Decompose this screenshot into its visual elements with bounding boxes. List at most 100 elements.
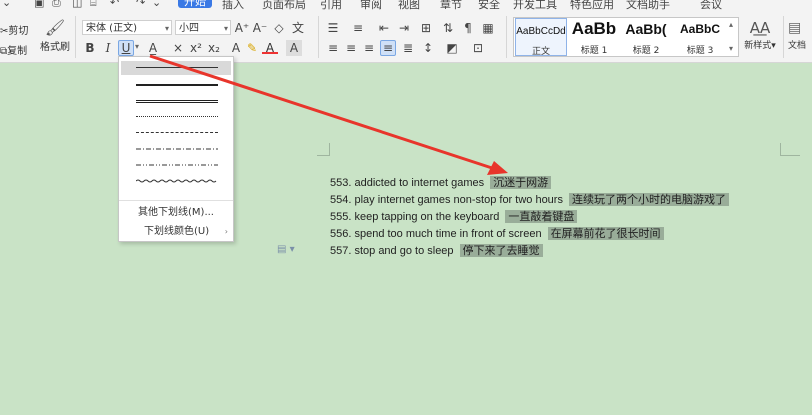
document-icon: ▤ [788, 20, 802, 36]
tab-security[interactable]: 安全 [478, 0, 500, 10]
underline-option-dotted[interactable] [121, 110, 231, 124]
format-painter-button[interactable]: 🖌 格式刷 [40, 18, 70, 53]
sort-icon[interactable]: ⇅ [440, 20, 456, 36]
divider [783, 16, 784, 58]
chinese-layout-icon[interactable]: ⊞ [418, 20, 434, 36]
doc-line[interactable]: 553. addicted to internet games 沉迷于网游 [330, 175, 552, 190]
chevron-down-icon: ▾ [771, 41, 776, 51]
document-tools-button[interactable]: ▤ 文档 [788, 18, 812, 51]
justify-icon[interactable]: ≡ [380, 40, 396, 56]
divider [75, 16, 76, 58]
gallery-up-icon[interactable]: ▴ [729, 20, 733, 29]
underline-icon[interactable]: U [118, 40, 134, 56]
shrink-font-icon[interactable]: A⁻ [252, 20, 268, 36]
underline-sample-thick [136, 84, 218, 86]
doc-line[interactable]: 554. play internet games non-stop for tw… [330, 192, 729, 207]
underline-menu: 其他下划线(M)... 下划线颜色(U) › [118, 56, 234, 242]
preview-icon[interactable]: ◫ [72, 0, 82, 9]
underline-option-thick[interactable] [121, 78, 231, 92]
show-marks-icon[interactable]: ¶ [460, 20, 476, 36]
font-style-icon[interactable]: A̲ [145, 40, 161, 56]
superscript-icon[interactable]: x² [188, 40, 204, 56]
style-normal[interactable]: AaBbCcDd 正文 [515, 18, 567, 57]
page-corner-mark [780, 155, 800, 156]
ribbon: ⌄ ▣ ⎙ ◫ ⌸ ↶ ↷ ⌄ 开始 插入 页面布局 引用 审阅 视图 章节 安… [0, 0, 812, 63]
line-spacing-icon[interactable]: ↕ [420, 40, 436, 56]
style-heading-2[interactable]: AaBb( 标题 2 [620, 18, 672, 56]
gallery-more-icon[interactable]: ▾ [729, 44, 733, 53]
phonetic-icon[interactable]: 文 [290, 20, 306, 36]
save-icon[interactable]: ▣ [34, 0, 44, 9]
border-icon[interactable]: ⊡ [470, 40, 486, 56]
underline-option-dash-dot[interactable] [121, 142, 231, 156]
underline-option-dashed[interactable] [121, 126, 231, 140]
underline-sample-dashed [136, 132, 218, 133]
tab-review[interactable]: 审阅 [360, 0, 382, 10]
other-underline-item[interactable]: 其他下划线(M)... [119, 204, 233, 221]
tab-page-layout[interactable]: 页面布局 [262, 0, 306, 10]
underline-option-double[interactable] [121, 94, 231, 108]
print-preview-icon[interactable]: ⌸ [90, 0, 97, 10]
char-shading-icon[interactable]: A [286, 40, 302, 56]
tab-references[interactable]: 引用 [320, 0, 342, 10]
paragraph-handle-icon[interactable]: ▤ ▾ [277, 244, 295, 255]
text-effect-icon[interactable]: A [228, 40, 244, 56]
underline-option-dash-dot-dot[interactable] [121, 158, 231, 172]
style-heading-3[interactable]: AaBbC 标题 3 [673, 18, 727, 56]
redo-icon[interactable]: ↷ [136, 0, 145, 9]
tab-chapter[interactable]: 章节 [440, 0, 462, 10]
font-name-combo[interactable]: 宋体 (正文) ▾ [82, 20, 172, 35]
font-color-icon[interactable]: A [262, 40, 278, 55]
grow-font-icon[interactable]: A⁺ [234, 20, 250, 36]
increase-indent-icon[interactable]: ⇥ [396, 20, 412, 36]
tab-view[interactable]: 视图 [398, 0, 420, 10]
clear-format-icon[interactable]: ◇ [271, 20, 287, 36]
cut-button[interactable]: ✂剪切 [0, 22, 28, 37]
underline-sample-double [136, 100, 218, 103]
align-center-icon[interactable]: ≡ [343, 40, 359, 56]
print-icon[interactable]: ⎙ [52, 0, 61, 10]
underline-sample-dash-dot-dot [136, 164, 218, 166]
brush-icon: 🖌 [44, 18, 66, 37]
bold-icon[interactable]: B [82, 40, 98, 56]
new-style-button[interactable]: A͟A 新样式▾ [743, 18, 777, 51]
style-gallery: AaBbCcDd 正文 AaBb 标题 1 AaBb( 标题 2 AaBbC 标… [513, 17, 739, 57]
ribbon-tabs: ⌄ ▣ ⎙ ◫ ⌸ ↶ ↷ ⌄ 开始 插入 页面布局 引用 审阅 视图 章节 安… [0, 0, 812, 10]
tab-insert[interactable]: 插入 [222, 0, 244, 10]
underline-option-single[interactable] [121, 61, 231, 75]
style-heading-1[interactable]: AaBb 标题 1 [569, 18, 619, 56]
shading-icon[interactable]: ◩ [444, 40, 460, 56]
tab-developer[interactable]: 开发工具 [513, 0, 557, 10]
table-icon[interactable]: ▦ [480, 20, 496, 36]
underline-color-item[interactable]: 下划线颜色(U) › [119, 223, 233, 240]
align-left-icon[interactable]: ≡ [325, 40, 341, 56]
font-size-combo[interactable]: 小四 ▾ [175, 20, 231, 35]
chevron-right-icon: › [224, 227, 228, 236]
underline-sample-wavy [136, 179, 217, 183]
tab-doc-assistant[interactable]: 文档助手 [626, 0, 670, 10]
doc-line[interactable]: 555. keep tapping on the keyboard 一直敲着键盘 [330, 209, 578, 224]
italic-icon[interactable]: I [100, 40, 116, 56]
doc-line[interactable]: 557. stop and go to sleep 停下来了去睡觉 [330, 243, 543, 258]
underline-option-wavy[interactable] [121, 174, 231, 188]
chevron-down-icon: ▾ [164, 24, 169, 33]
tab-special[interactable]: 特色应用 [570, 0, 614, 10]
bullet-list-icon[interactable]: ☰ [325, 20, 341, 36]
tab-meeting[interactable]: 会议 [700, 0, 722, 10]
strikethrough-icon[interactable]: × [170, 40, 186, 56]
copy-button[interactable]: ⧉复制 [0, 42, 27, 57]
chevron-down-icon: ▾ [223, 24, 228, 33]
highlight-icon[interactable]: ✎ [244, 40, 260, 56]
align-right-icon[interactable]: ≡ [361, 40, 377, 56]
decrease-indent-icon[interactable]: ⇤ [376, 20, 392, 36]
numbered-list-icon[interactable]: ≡ [350, 20, 366, 36]
underline-sample-dotted [136, 116, 218, 117]
distributed-icon[interactable]: ≣ [400, 40, 416, 56]
subscript-icon[interactable]: x₂ [206, 40, 222, 56]
underline-dropdown-chevron-icon[interactable]: ▾ [135, 42, 139, 51]
doc-line[interactable]: 556. spend too much time in front of scr… [330, 226, 664, 241]
undo-icon[interactable]: ↶ [110, 0, 119, 9]
tab-home[interactable]: 开始 [178, 0, 212, 8]
quick-access-chevron-icon[interactable]: ⌄ [2, 0, 11, 9]
qa-chevron-icon[interactable]: ⌄ [152, 0, 161, 9]
